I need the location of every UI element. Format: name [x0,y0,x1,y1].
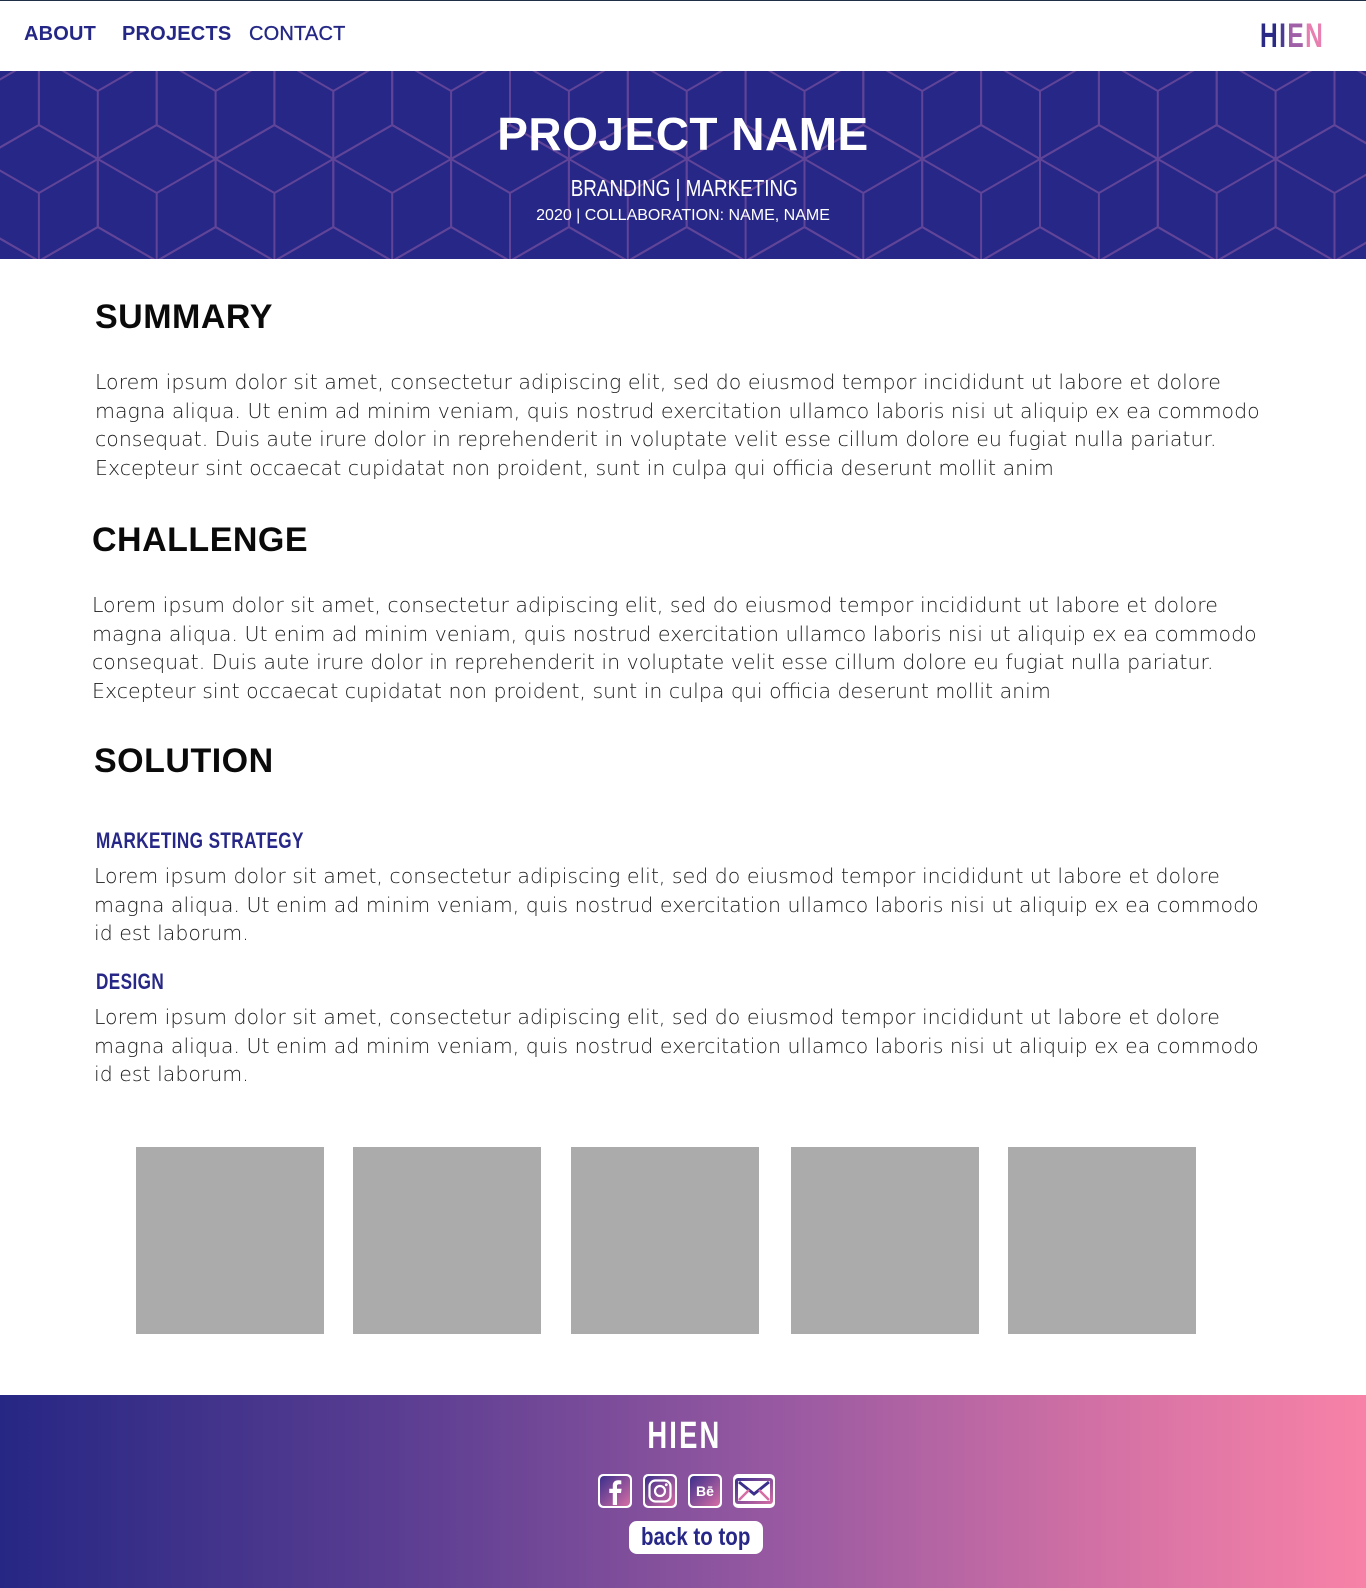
nav-about-link[interactable]: ABOUT [24,23,96,46]
marketing-strategy-text: Lorem ipsum dolor sit amet, consectetur … [94,864,1259,946]
gallery-image-placeholder[interactable] [353,1147,541,1334]
project-categories: BRANDING | MARKETING [570,175,798,201]
nav-contact-link[interactable]: CONTACT [249,23,346,46]
logo-letter: E [1287,17,1305,55]
summary-text: Lorem ipsum dolor sit amet, consectetur … [95,370,1260,481]
project-title: PROJECT NAME [497,108,869,160]
logo-letter: H [1259,17,1279,55]
email-icon[interactable] [733,1474,775,1508]
design-text: Lorem ipsum dolor sit amet, consectetur … [94,1005,1259,1087]
nav-projects-link[interactable]: PROJECTS [122,23,231,46]
project-meta: 2020 | COLLABORATION: NAME, NAME [536,207,830,224]
project-hero-banner: PROJECT NAME BRANDING | MARKETING 2020 |… [0,71,1366,259]
footer-logo: HIEN [647,1415,722,1457]
marketing-strategy-subheading: MARKETING STRATEGY [96,828,304,853]
gallery-image-placeholder[interactable] [1008,1147,1196,1334]
challenge-text: Lorem ipsum dolor sit amet, consectetur … [92,593,1257,704]
instagram-icon[interactable] [643,1474,677,1508]
behance-label: Bē [696,1483,714,1499]
site-logo[interactable]: HIEN [1260,17,1324,56]
challenge-heading: CHALLENGE [92,521,309,559]
gallery-image-placeholder[interactable] [571,1147,759,1334]
gallery-image-placeholder[interactable] [136,1147,324,1334]
summary-heading: SUMMARY [95,298,273,336]
back-to-top-label: back to top [641,1523,751,1551]
solution-heading: SOLUTION [94,742,274,780]
logo-letter: N [1304,17,1324,55]
behance-icon[interactable]: Bē [688,1474,722,1508]
logo-letter: I [1278,17,1288,55]
facebook-icon[interactable] [598,1474,632,1508]
back-to-top-button[interactable]: back to top [629,1521,763,1554]
site-footer: HIEN Bē back to top [0,1395,1366,1588]
hexagon-pattern-background [0,71,1366,259]
gallery-image-placeholder[interactable] [791,1147,979,1334]
top-nav: ABOUT PROJECTS CONTACT HIEN [0,1,1366,71]
design-subheading: DESIGN [96,969,165,994]
